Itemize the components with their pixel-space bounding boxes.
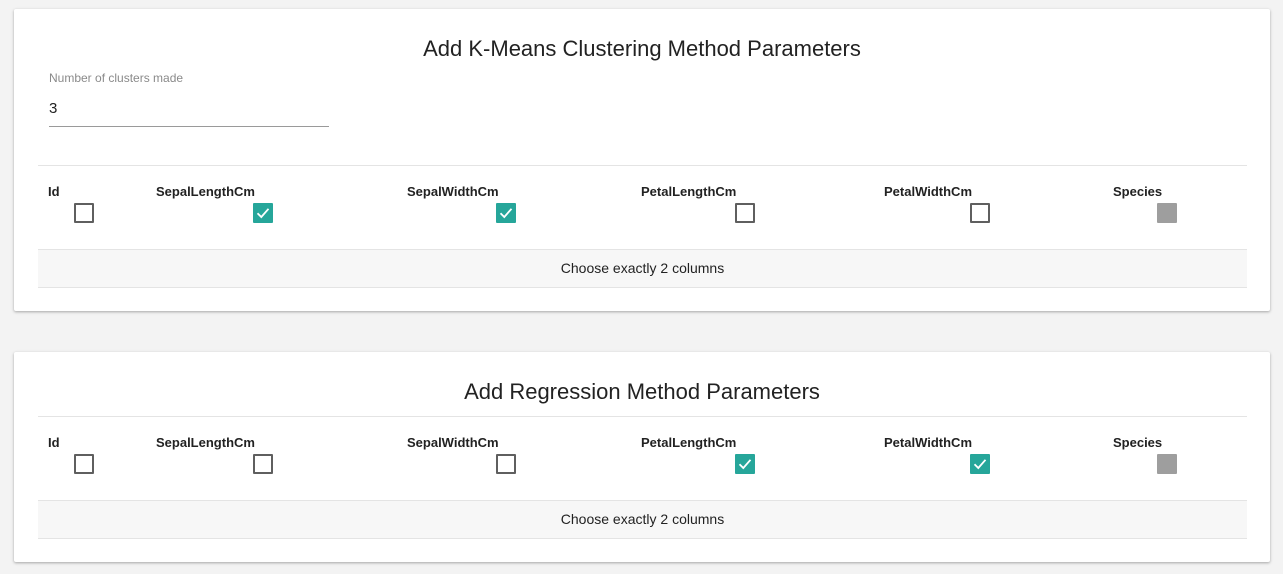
kmeans-parameters-card: Add K-Means Clustering Method Parameters… — [14, 9, 1270, 311]
column-label: PetalLengthCm — [641, 184, 737, 199]
regression-column-selector: Id SepalLengthCm SepalWidthCm PetalLengt… — [38, 416, 1247, 539]
column-checkbox — [1157, 454, 1177, 474]
column-checkbox[interactable] — [496, 203, 516, 223]
column-label: Id — [48, 184, 60, 199]
column-checkbox[interactable] — [496, 454, 516, 474]
column-checkbox[interactable] — [253, 203, 273, 223]
clusters-field: Number of clusters made — [49, 71, 329, 127]
column-label: Species — [1113, 184, 1163, 199]
column-checkbox[interactable] — [74, 454, 94, 474]
column-label: SepalLengthCm — [156, 435, 255, 450]
kmeans-column-selector: Id SepalLengthCm SepalWidthCm PetalLengt… — [38, 165, 1247, 288]
column-checkbox[interactable] — [74, 203, 94, 223]
column-label: Species — [1113, 435, 1163, 450]
column-checkbox[interactable] — [253, 454, 273, 474]
column-label: SepalLengthCm — [156, 184, 255, 199]
column-checkbox[interactable] — [735, 203, 755, 223]
kmeans-columns-row: Id SepalLengthCm SepalWidthCm PetalLengt… — [38, 165, 1247, 249]
kmeans-hint: Choose exactly 2 columns — [38, 249, 1247, 288]
regression-hint: Choose exactly 2 columns — [38, 500, 1247, 539]
column-label: PetalWidthCm — [884, 184, 972, 199]
column-label: Id — [48, 435, 60, 450]
regression-title: Add Regression Method Parameters — [464, 379, 820, 404]
column-checkbox[interactable] — [970, 203, 990, 223]
column-checkbox — [1157, 203, 1177, 223]
column-checkbox[interactable] — [970, 454, 990, 474]
column-label: PetalWidthCm — [884, 435, 972, 450]
column-label: SepalWidthCm — [407, 435, 499, 450]
kmeans-title: Add K-Means Clustering Method Parameters — [423, 36, 861, 61]
regression-columns-row: Id SepalLengthCm SepalWidthCm PetalLengt… — [38, 416, 1247, 500]
clusters-label: Number of clusters made — [49, 71, 184, 85]
clusters-input[interactable] — [49, 100, 329, 127]
column-label: SepalWidthCm — [407, 184, 499, 199]
column-label: PetalLengthCm — [641, 435, 737, 450]
column-checkbox[interactable] — [735, 454, 755, 474]
regression-parameters-card: Add Regression Method Parameters Id Sepa… — [14, 352, 1270, 562]
